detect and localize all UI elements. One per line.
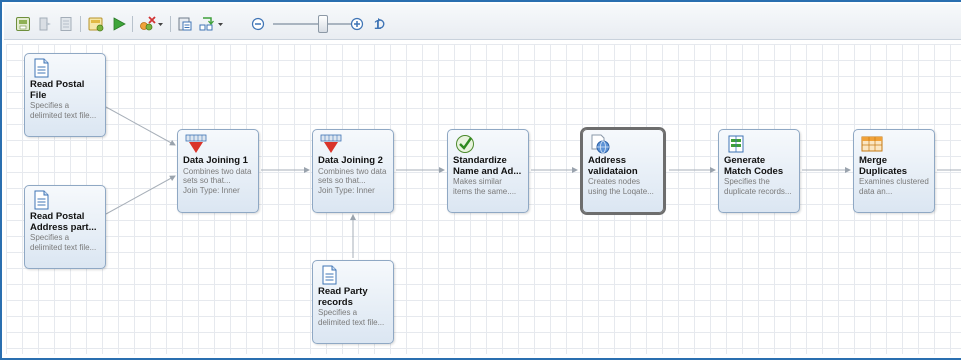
clipboard-icon[interactable] xyxy=(176,15,194,33)
tools-dropdown-icon[interactable] xyxy=(137,15,165,33)
node-title: Read Party records xyxy=(318,286,368,308)
document-icon xyxy=(32,190,52,210)
join-icon xyxy=(320,134,342,154)
zoom-slider-thumb[interactable] xyxy=(318,15,328,33)
document-icon xyxy=(320,265,340,285)
import-icon[interactable] xyxy=(37,15,55,33)
node-read-postal-file[interactable]: Read Postal File Specifies a delimited t… xyxy=(24,53,106,137)
node-data-joining-2[interactable]: Data Joining 2 Combines two data sets so… xyxy=(312,129,394,213)
connection-n1-n3 xyxy=(105,106,176,146)
node-title: Standardize Name and Ad... xyxy=(453,155,522,177)
node-title: Merge Duplicates xyxy=(859,155,908,177)
flow-canvas[interactable]: Read Postal File Specifies a delimited t… xyxy=(6,44,961,354)
node-standardize-name-and-address[interactable]: Standardize Name and Ad... Makes similar… xyxy=(447,129,529,213)
node-join-type: Join Type: Inner xyxy=(318,185,375,195)
match-codes-icon xyxy=(726,134,746,154)
run-icon[interactable] xyxy=(110,15,128,33)
merge-icon xyxy=(861,134,883,154)
save-icon[interactable] xyxy=(14,15,32,33)
list-icon[interactable] xyxy=(57,15,75,33)
checkmark-icon xyxy=(455,134,475,154)
zoom-in-icon[interactable] xyxy=(349,15,365,33)
node-description: Examines clustered data an... xyxy=(859,177,929,196)
zoom-out-icon[interactable] xyxy=(250,15,266,33)
node-data-joining-1[interactable]: Data Joining 1 Combines two data sets so… xyxy=(177,129,259,213)
node-read-party-records[interactable]: Read Party records Specifies a delimited… xyxy=(312,260,394,344)
node-address-validation[interactable]: Address validataion Creates nodes using … xyxy=(580,127,666,215)
document-icon xyxy=(32,58,52,78)
toolbar-separator xyxy=(132,16,133,32)
node-description: Specifies a delimited text file... xyxy=(30,101,97,120)
node-generate-match-codes[interactable]: Generate Match Codes Specifies the dupli… xyxy=(718,129,800,213)
reset-zoom-icon[interactable]: 1 xyxy=(372,15,388,33)
layout-dropdown-icon[interactable] xyxy=(197,15,227,33)
node-description: Creates nodes using the Loqate... xyxy=(588,177,654,196)
zoom-slider-track[interactable] xyxy=(273,23,361,25)
globe-document-icon xyxy=(590,134,610,154)
new-node-icon[interactable] xyxy=(86,15,106,33)
node-description: Specifies a delimited text file... xyxy=(30,233,97,252)
node-description: Combines two data sets so that... xyxy=(183,166,252,186)
toolbar-separator xyxy=(170,16,171,32)
node-title: Address validataion xyxy=(588,155,638,177)
node-title: Data Joining 1 xyxy=(183,155,248,166)
node-merge-duplicates[interactable]: Merge Duplicates Examines clustered data… xyxy=(853,129,935,213)
connection-n2-n3 xyxy=(105,175,176,215)
flow-editor-window: 1 Read Postal File Specifies a delimited… xyxy=(0,0,961,360)
node-title: Data Joining 2 xyxy=(318,155,383,166)
node-title: Read Postal File xyxy=(30,79,85,101)
node-read-postal-address-part[interactable]: Read Postal Address part... Specifies a … xyxy=(24,185,106,269)
node-title: Generate Match Codes xyxy=(724,155,784,177)
node-join-type: Join Type: Inner xyxy=(183,185,240,195)
node-title: Read Postal Address part... xyxy=(30,211,97,233)
node-description: Makes similar items the same.... xyxy=(453,177,517,196)
node-description: Specifies the duplicate records... xyxy=(724,177,792,196)
join-icon xyxy=(185,134,207,154)
svg-text:1: 1 xyxy=(374,17,381,32)
node-description: Combines two data sets so that... xyxy=(318,166,387,186)
node-description: Specifies a delimited text file... xyxy=(318,308,385,327)
toolbar-separator xyxy=(80,16,81,32)
toolbar: 1 xyxy=(4,4,961,40)
